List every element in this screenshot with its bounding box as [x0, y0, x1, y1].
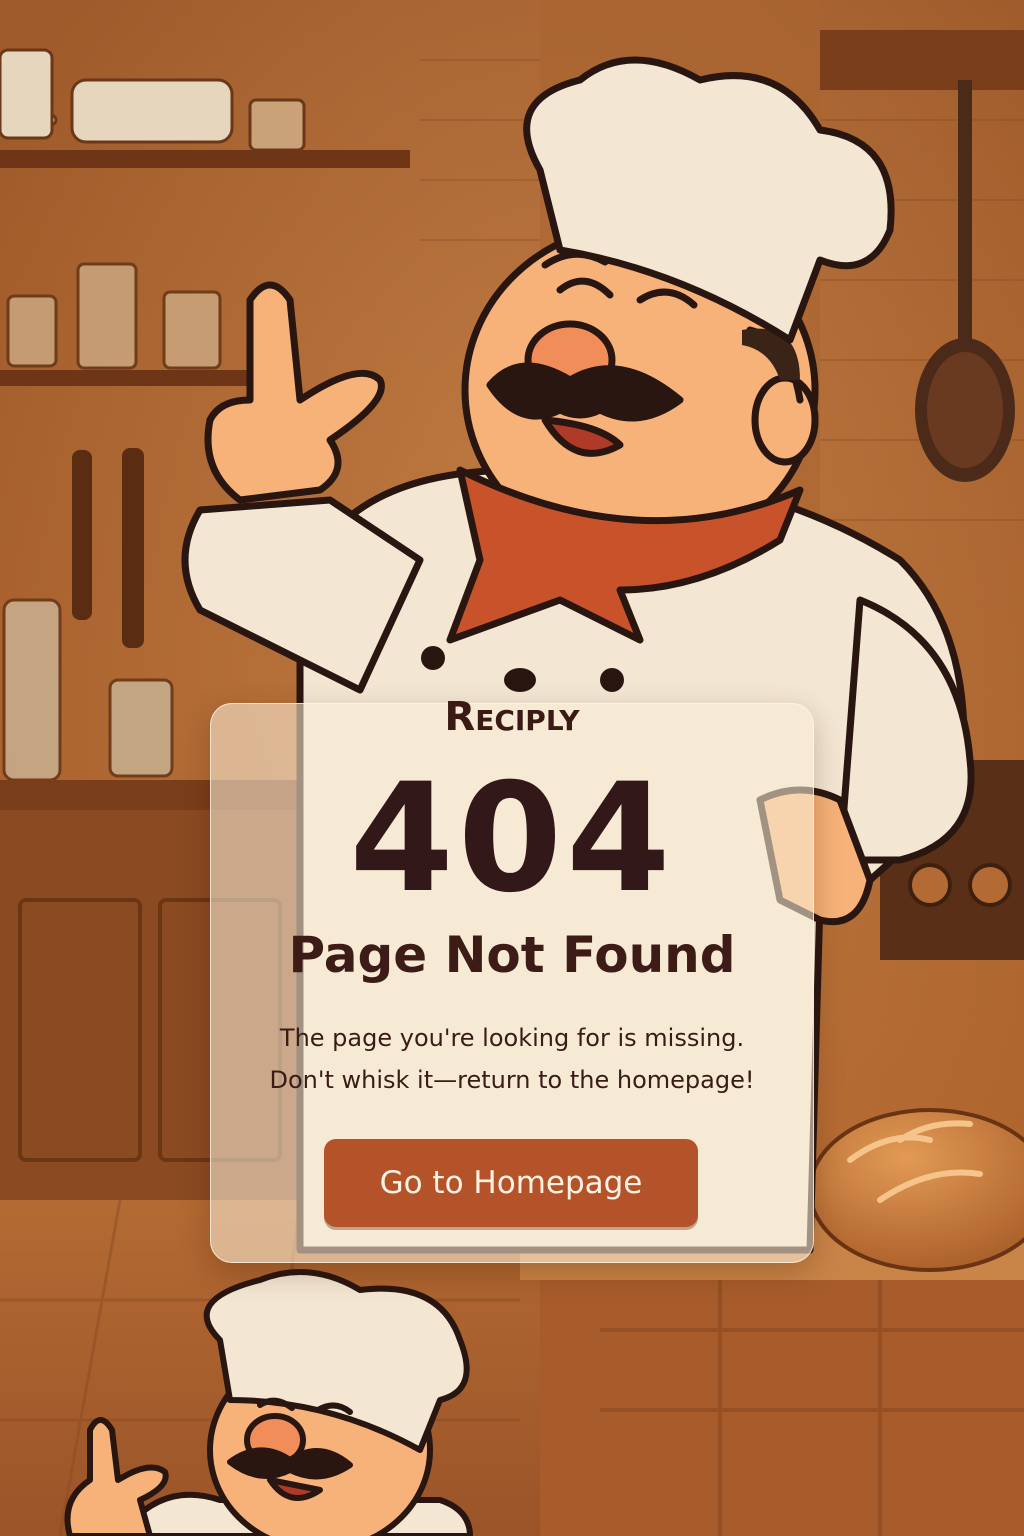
error-code: 404	[349, 752, 675, 926]
bread-loaf-icon	[808, 1108, 1024, 1272]
brand-logo[interactable]: Reciply	[0, 694, 1024, 740]
page-title: Page Not Found	[288, 926, 736, 984]
error-message-line-2: Don't whisk it—return to the homepage!	[269, 1066, 755, 1094]
error-message-line-1: The page you're looking for is missing.	[279, 1024, 745, 1052]
go-to-homepage-button[interactable]: Go to Homepage	[324, 1139, 698, 1227]
